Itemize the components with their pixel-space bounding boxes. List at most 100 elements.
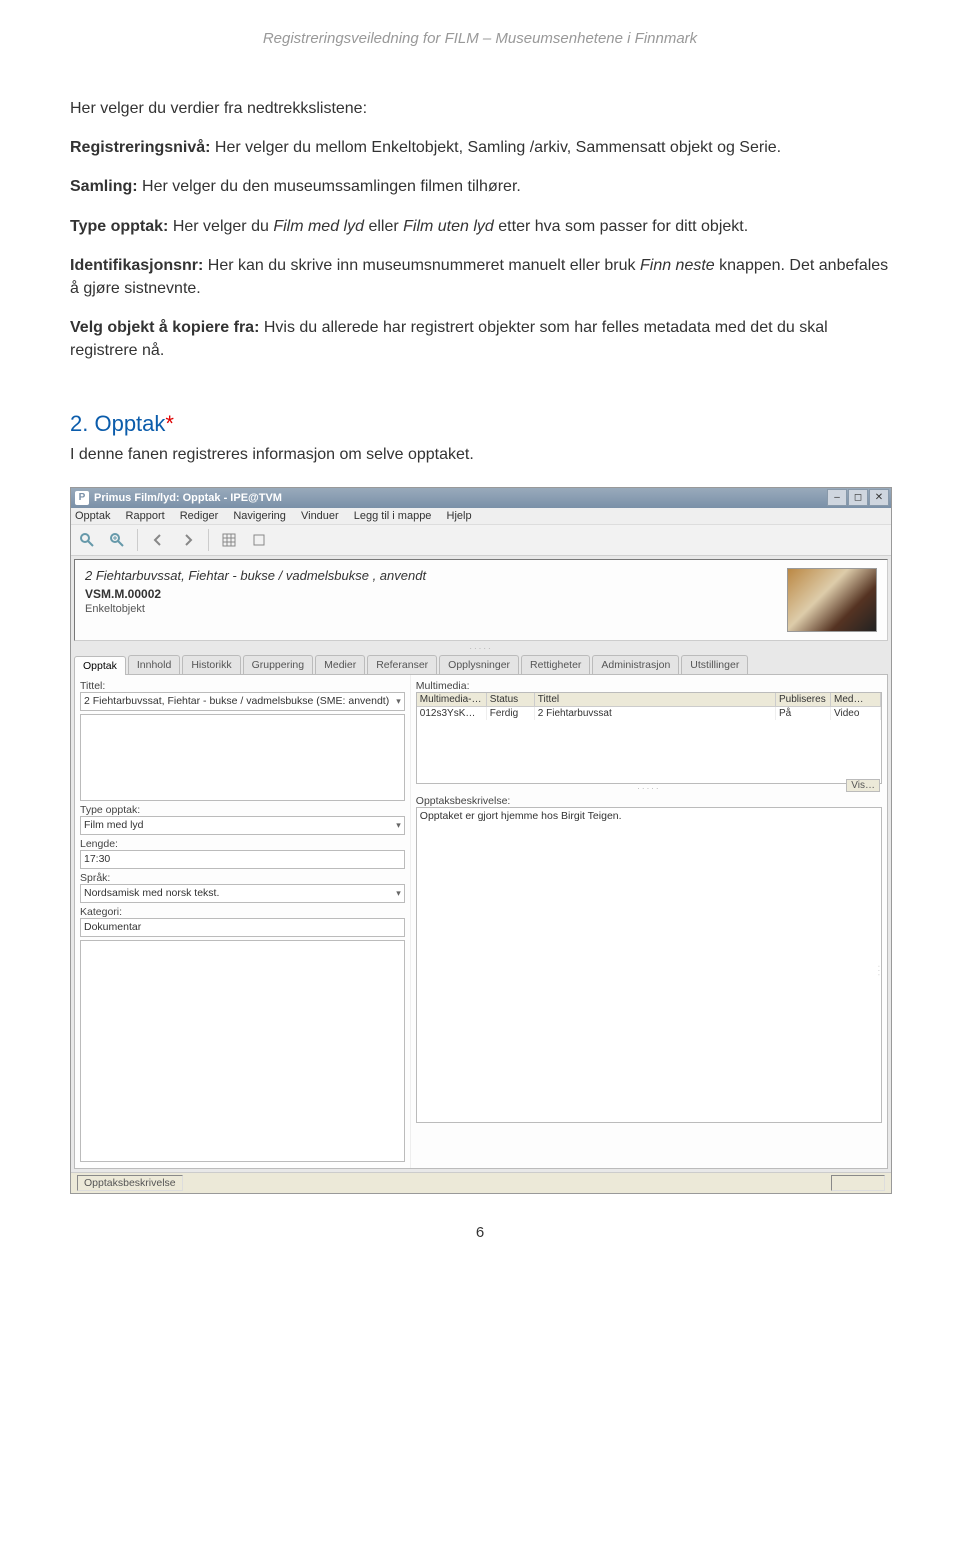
section-2-subtitle: I denne fanen registreres informasjon om… [70,443,890,466]
prev-icon[interactable] [146,528,170,552]
menu-rapport[interactable]: Rapport [126,510,165,522]
chevron-down-icon[interactable]: ▾ [396,888,401,899]
text: Her velger du mellom Enkeltobjekt, Samli… [210,139,781,156]
lengde-label: Lengde: [80,838,405,850]
sprak-value: Nordsamisk med norsk tekst. [84,887,219,899]
tab-gruppering[interactable]: Gruppering [243,655,314,674]
mm-cell: 2 Fiehtarbuvssat [535,707,776,720]
opptaksbeskrivelse-value: Opptaket er gjort hjemme hos Birgit Teig… [420,810,622,822]
grid-icon[interactable] [217,528,241,552]
zoom-in-icon[interactable] [105,528,129,552]
heading-asterisk: * [165,411,174,436]
menu-opptak[interactable]: Opptak [75,510,110,522]
kategori-label: Kategori: [80,906,405,918]
label: Velg objekt å kopiere fra: [70,319,259,336]
menu-rediger[interactable]: Rediger [180,510,219,522]
mm-cell: 012s3YsK… [417,707,487,720]
text-b: eller [364,218,403,235]
tittel-input[interactable]: 2 Fiehtarbuvssat, Fiehtar - bukse / vadm… [80,692,405,711]
search-icon[interactable] [75,528,99,552]
lengde-value: 17:30 [84,853,110,865]
multimedia-table[interactable]: Multimedia-… Status Tittel Publiseres Me… [416,692,882,784]
object-type: Enkeltobjekt [85,603,426,615]
tab-utstillinger[interactable]: Utstillinger [681,655,748,674]
type-opptak-select[interactable]: Film med lyd ▾ [80,816,405,835]
close-button[interactable]: ✕ [869,489,889,506]
mm-cell: Ferdig [487,707,535,720]
tittel-value: 2 Fiehtarbuvssat, Fiehtar - bukse / vadm… [84,695,389,707]
document-body: Her velger du verdier fra nedtrekksliste… [70,97,890,467]
label: Samling: [70,178,138,195]
intro-line: Her velger du verdier fra nedtrekksliste… [70,97,890,120]
table-row[interactable]: 012s3YsK… Ferdig 2 Fiehtarbuvssat På Vid… [417,707,881,720]
titlebar: P Primus Film/lyd: Opptak - IPE@TVM – ◻ … [71,488,891,508]
tab-referanser[interactable]: Referanser [367,655,437,674]
para-registreringsniva: Registreringsnivå: Her velger du mellom … [70,136,890,159]
divider: ····· [71,644,891,653]
chevron-down-icon[interactable]: ▾ [396,696,401,707]
divider: ····· [416,784,882,793]
tab-rettigheter[interactable]: Rettigheter [521,655,590,674]
chevron-down-icon[interactable]: ▾ [396,820,401,831]
heading-title: Opptak [94,411,165,436]
object-title: 2 Fiehtarbuvssat, Fiehtar - bukse / vadm… [85,568,426,583]
heading-number: 2. [70,411,94,436]
tab-administrasjon[interactable]: Administrasjon [592,655,679,674]
next-icon[interactable] [176,528,200,552]
maximize-button[interactable]: ◻ [848,489,868,506]
statusbar-right [831,1175,885,1191]
italic-b: Film uten lyd [403,218,494,235]
tab-innhold[interactable]: Innhold [128,655,180,674]
vis-button[interactable]: Vis… [846,779,880,792]
italic-a: Film med lyd [273,218,364,235]
label: Identifikasjonsnr: [70,257,203,274]
left-extra-area[interactable] [80,940,405,1162]
sprak-label: Språk: [80,872,405,884]
text: Her velger du den museumssamlingen filme… [138,178,521,195]
menu-hjelp[interactable]: Hjelp [447,510,472,522]
menu-vinduer[interactable]: Vinduer [301,510,339,522]
para-samling: Samling: Her velger du den museumssamlin… [70,175,890,198]
running-header: Registreringsveiledning for FILM – Museu… [70,30,890,47]
object-id: VSM.M.00002 [85,587,426,601]
mm-col-med[interactable]: Med… [831,693,881,707]
statusbar-left: Opptaksbeskrivelse [77,1175,183,1191]
minimize-button[interactable]: – [827,489,847,506]
mm-cell: Video [831,707,881,720]
window-title: Primus Film/lyd: Opptak - IPE@TVM [94,492,827,504]
para-type-opptak: Type opptak: Her velger du Film med lyd … [70,215,890,238]
object-thumbnail[interactable] [787,568,877,632]
mm-cell: På [776,707,831,720]
kategori-input[interactable]: Dokumentar [80,918,405,937]
app-window: P Primus Film/lyd: Opptak - IPE@TVM – ◻ … [70,487,892,1194]
menu-legg-til-i-mappe[interactable]: Legg til i mappe [354,510,432,522]
tab-historikk[interactable]: Historikk [182,655,240,674]
tab-opplysninger[interactable]: Opplysninger [439,655,519,674]
app-icon: P [75,491,89,505]
form-panel: Tittel: 2 Fiehtarbuvssat, Fiehtar - buks… [74,675,888,1169]
type-opptak-label: Type opptak: [80,804,405,816]
mm-col-publiseres[interactable]: Publiseres [776,693,831,707]
toolbar [71,525,891,556]
box-icon[interactable] [247,528,271,552]
italic-a: Finn neste [640,257,715,274]
page-number: 6 [70,1224,890,1241]
tittel-extended-area[interactable] [80,714,405,801]
tab-bar: Opptak Innhold Historikk Gruppering Medi… [74,655,888,675]
sprak-input[interactable]: Nordsamisk med norsk tekst. ▾ [80,884,405,903]
mm-col-tittel[interactable]: Tittel [535,693,776,707]
section-2-heading: 2. Opptak* [70,408,890,440]
menu-navigering[interactable]: Navigering [233,510,286,522]
mm-col-multimedia[interactable]: Multimedia-… [417,693,487,707]
opptaksbeskrivelse-label: Opptaksbeskrivelse: [416,795,882,807]
resize-handle[interactable]: ··· [875,965,882,978]
lengde-input[interactable]: 17:30 [80,850,405,869]
opptaksbeskrivelse-textarea[interactable]: Opptaket er gjort hjemme hos Birgit Teig… [416,807,882,1123]
tab-medier[interactable]: Medier [315,655,365,674]
tab-opptak[interactable]: Opptak [74,656,126,675]
menubar: Opptak Rapport Rediger Navigering Vindue… [71,508,891,525]
para-velg-objekt: Velg objekt å kopiere fra: Hvis du aller… [70,316,890,362]
mm-col-status[interactable]: Status [487,693,535,707]
text: Her velger du [168,218,273,235]
label: Type opptak: [70,218,168,235]
